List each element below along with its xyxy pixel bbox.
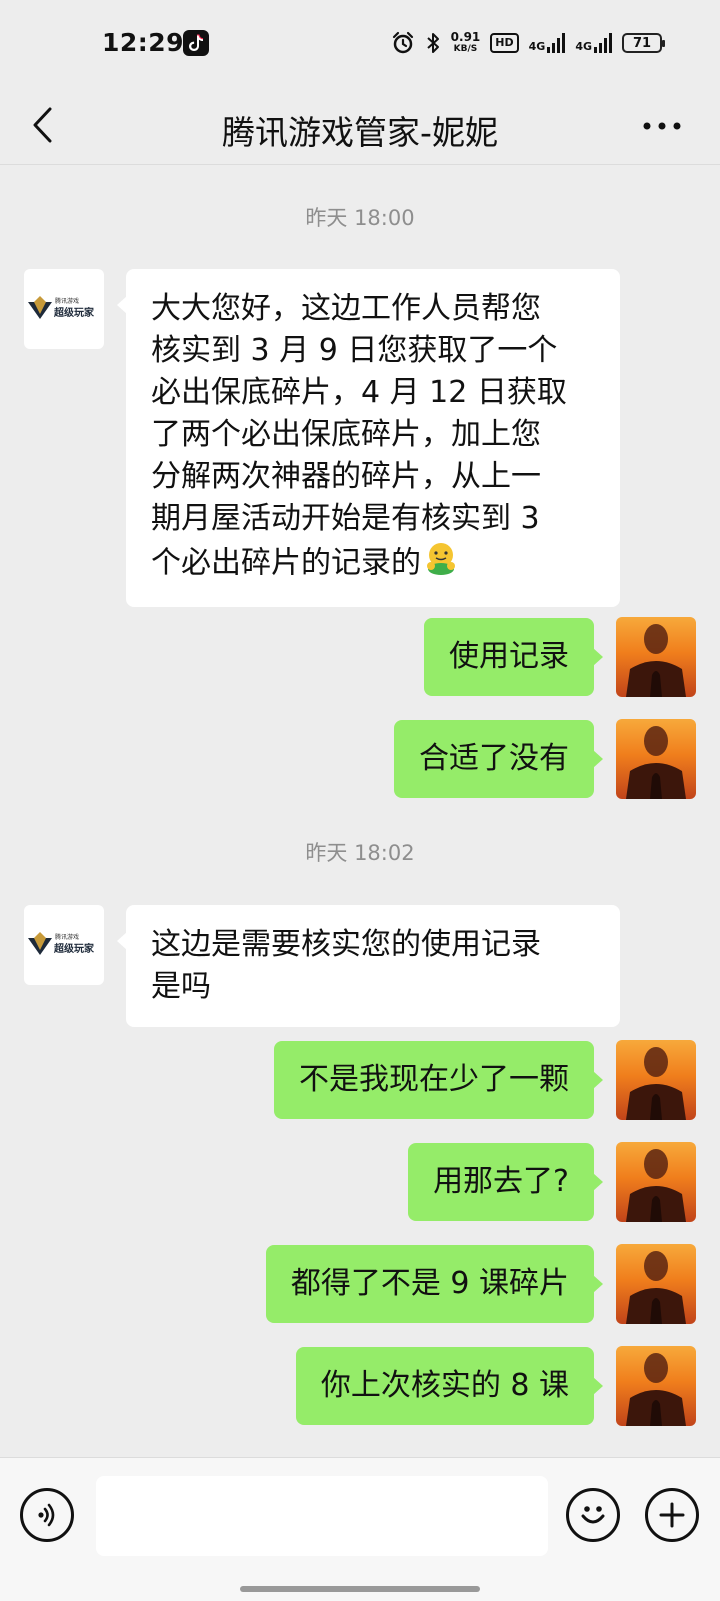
- message-line: 核实到 3 月 9 日您获取了一个: [151, 333, 558, 368]
- voice-icon: [38, 1503, 55, 1527]
- status-time: 12:29: [102, 28, 185, 57]
- timestamp: 昨天 18:02: [305, 841, 415, 865]
- agent-avatar[interactable]: 腾讯游戏 超级玩家: [24, 269, 104, 349]
- agent-logo: 腾讯游戏 超级玩家: [28, 932, 95, 955]
- emoji-icon: [581, 1506, 605, 1524]
- svg-text:超级玩家: 超级玩家: [53, 306, 95, 319]
- hug-emoji-icon: [423, 540, 459, 588]
- user-avatar[interactable]: [616, 719, 696, 799]
- svg-text:腾讯游戏: 腾讯游戏: [55, 933, 79, 941]
- message-line: 个必出碎片的记录的: [151, 545, 421, 581]
- svg-text:超级玩家: 超级玩家: [53, 942, 95, 955]
- message-line: 了两个必出保底碎片，加上您: [151, 417, 541, 452]
- message-line: 是吗: [151, 969, 211, 1004]
- chat-title: 腾讯游戏管家-妮妮: [222, 113, 498, 152]
- chat-header: 腾讯游戏管家-妮妮: [0, 86, 720, 165]
- message-line: 这边是需要核实您的使用记录: [151, 927, 541, 962]
- message-line: 期月屋活动开始是有核实到 3: [151, 501, 540, 536]
- signal-1: 4G: [529, 33, 566, 53]
- home-indicator[interactable]: [240, 1586, 480, 1592]
- message-line: 大大您好，这边工作人员帮您: [151, 291, 541, 326]
- message-input[interactable]: [96, 1476, 548, 1556]
- silhouette-avatar-image: [626, 1251, 686, 1324]
- message-line: 必出保底碎片，4 月 12 日获取: [151, 375, 567, 410]
- bluetooth-icon: [425, 31, 441, 55]
- emoji-button[interactable]: [566, 1488, 620, 1542]
- silhouette-avatar-image: [626, 1047, 686, 1120]
- alarm-icon: [391, 31, 415, 55]
- user-avatar[interactable]: [616, 1346, 696, 1426]
- silhouette-avatar-image: [626, 624, 686, 697]
- message-bubble-sent[interactable]: 都得了不是 9 课碎片: [265, 1245, 604, 1323]
- message-bubble-sent[interactable]: 用那去了?: [408, 1143, 603, 1221]
- user-avatar[interactable]: [616, 1040, 696, 1120]
- more-button[interactable]: [638, 108, 686, 144]
- user-avatar[interactable]: [616, 617, 696, 697]
- agent-logo: 腾讯游戏 超级玩家: [28, 296, 95, 319]
- timestamp: 昨天 18:00: [305, 206, 415, 230]
- message-bubble-sent[interactable]: 使用记录: [424, 618, 603, 696]
- agent-avatar[interactable]: 腾讯游戏 超级玩家: [24, 905, 104, 985]
- status-bar: 12:29 0.91 KB/S HD 4G 4G 71: [0, 0, 720, 86]
- chat-area[interactable]: 昨天 18:00 腾讯游戏 超级玩家 大大您好，这边工作人员帮您 核实到 3 月…: [0, 165, 720, 1455]
- more-icon: [643, 122, 681, 130]
- hd-badge: HD: [490, 33, 519, 53]
- signal-2: 4G: [575, 33, 612, 53]
- status-icons: 0.91 KB/S HD 4G 4G 71: [391, 28, 665, 58]
- battery-indicator: 71: [622, 33, 665, 53]
- message-line: 分解两次神器的碎片，从上一: [151, 459, 541, 494]
- tiktok-icon: [183, 30, 209, 56]
- message-bubble-received[interactable]: 这边是需要核实您的使用记录 是吗: [117, 905, 620, 1027]
- message-bubble-received[interactable]: 大大您好，这边工作人员帮您 核实到 3 月 9 日您获取了一个 必出保底碎片，4…: [117, 269, 620, 607]
- message-bubble-sent[interactable]: 不是我现在少了一颗: [274, 1041, 603, 1119]
- user-avatar[interactable]: [616, 1244, 696, 1324]
- input-bar: [0, 1457, 720, 1601]
- message-bubble-sent[interactable]: 合适了没有: [394, 720, 603, 798]
- silhouette-avatar-image: [626, 726, 686, 799]
- svg-text:腾讯游戏: 腾讯游戏: [55, 297, 79, 305]
- message-bubble-sent[interactable]: 你上次核实的 8 课: [295, 1347, 604, 1425]
- silhouette-avatar-image: [626, 1353, 686, 1426]
- voice-button[interactable]: [20, 1488, 74, 1542]
- plus-button[interactable]: [645, 1488, 699, 1542]
- silhouette-avatar-image: [626, 1149, 686, 1222]
- plus-icon: [659, 1502, 685, 1528]
- user-avatar[interactable]: [616, 1142, 696, 1222]
- network-speed: 0.91 KB/S: [450, 30, 481, 54]
